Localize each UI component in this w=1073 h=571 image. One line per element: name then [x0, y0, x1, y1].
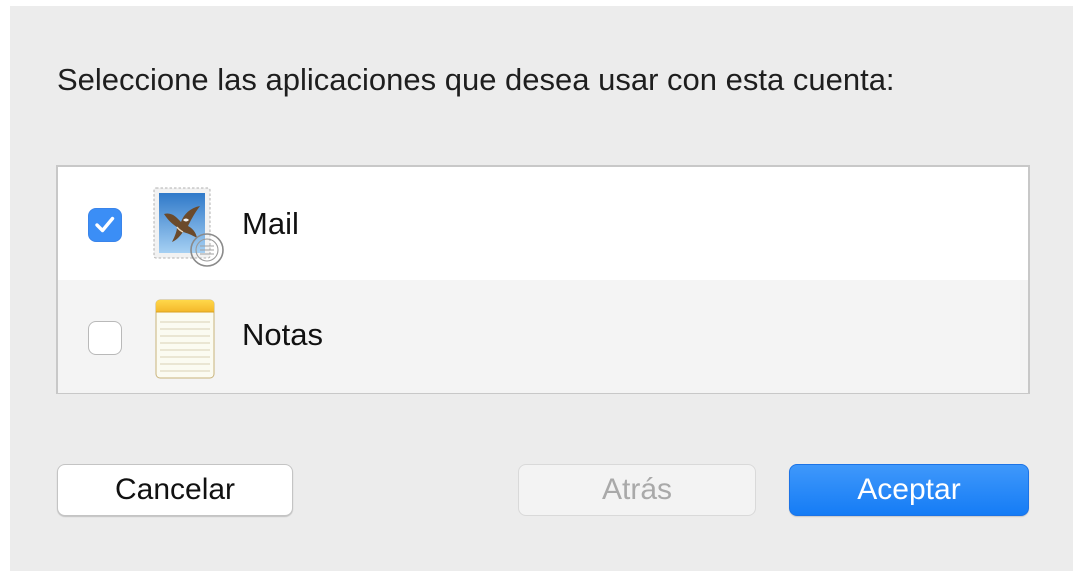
accept-button[interactable]: Aceptar [789, 464, 1029, 516]
notes-pad-icon [155, 299, 215, 379]
app-name-mail: Mail [242, 206, 299, 241]
mail-checkbox[interactable] [88, 208, 122, 242]
notas-checkbox[interactable] [88, 321, 122, 355]
back-button[interactable]: Atrás [518, 464, 756, 516]
checkmark-icon [95, 216, 115, 233]
app-name-notas: Notas [242, 317, 323, 352]
mail-stamp-icon [153, 187, 224, 267]
dialog-prompt: Seleccione las aplicaciones que desea us… [57, 62, 895, 97]
account-apps-dialog: Seleccione las aplicaciones que desea us… [10, 6, 1073, 571]
list-item-notas[interactable]: Notas [58, 280, 1028, 393]
list-item-mail[interactable]: Mail [58, 167, 1028, 280]
app-list: Mail Notas [56, 165, 1030, 394]
cancel-button[interactable]: Cancelar [57, 464, 293, 516]
